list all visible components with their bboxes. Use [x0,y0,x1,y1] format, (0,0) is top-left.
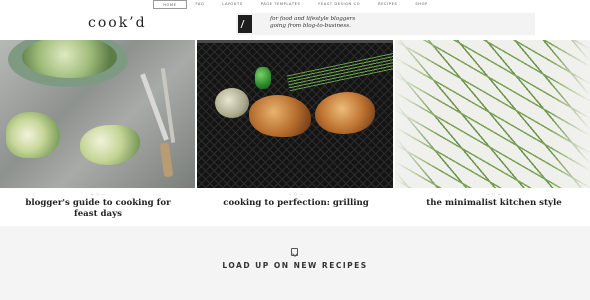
post-title[interactable]: cooking to perfection: grilling [198,198,394,209]
banner-line-2: going from blog-to-business. [270,23,351,29]
grill-edge [197,40,393,43]
nav-recipes[interactable]: recipes [369,0,406,9]
pepper [255,67,272,89]
fade-right [549,40,590,188]
post-image-green-beans[interactable] [394,40,590,188]
post-meta: — ○ — [90,192,106,196]
post-title[interactable]: the minimalist kitchen style [396,198,590,209]
banner-text: for food and lifestyle bloggers going fr… [270,16,355,30]
nav-feast-design-co[interactable]: feast design co [309,0,369,9]
bookmark-icon [291,248,298,256]
grilled-chicken [315,92,376,134]
nav-page-templates[interactable]: page templates [252,0,310,9]
header-banner[interactable]: for food and lifestyle bloggers going fr… [236,13,535,35]
post-card: — ○ — cooking to perfection: grilling [198,190,394,209]
banner-line-1: for food and lifestyle bloggers [270,16,356,22]
nav-shop[interactable]: shop [406,0,436,9]
post-card: — ○ — blogger's guide to cooking for fea… [0,190,196,219]
post-grid [0,40,590,188]
site-logo[interactable]: cook’d [88,15,147,31]
post-card: — ○ — the minimalist kitchen style [396,190,590,209]
cabbage-wedge [6,112,60,158]
post-meta: — ○ — [288,192,304,196]
nav-layouts[interactable]: layouts [213,0,251,9]
load-more-section: load up on new recipes [0,226,590,300]
load-more-heading[interactable]: load up on new recipes [0,261,590,270]
post-image-cabbage[interactable] [0,40,196,188]
fade-left [394,40,440,188]
feather-icon [238,15,252,33]
site-header: cook’d for food and lifestyle bloggers g… [0,9,590,39]
nav-home[interactable]: home [153,0,187,9]
post-meta: — ○ — [486,192,502,196]
nav-faq[interactable]: faq [187,0,214,9]
post-title[interactable]: blogger's guide to cooking for feast day… [0,198,196,219]
top-nav: home faq layouts page templates feast de… [0,0,590,9]
post-image-grilling[interactable] [197,40,393,188]
